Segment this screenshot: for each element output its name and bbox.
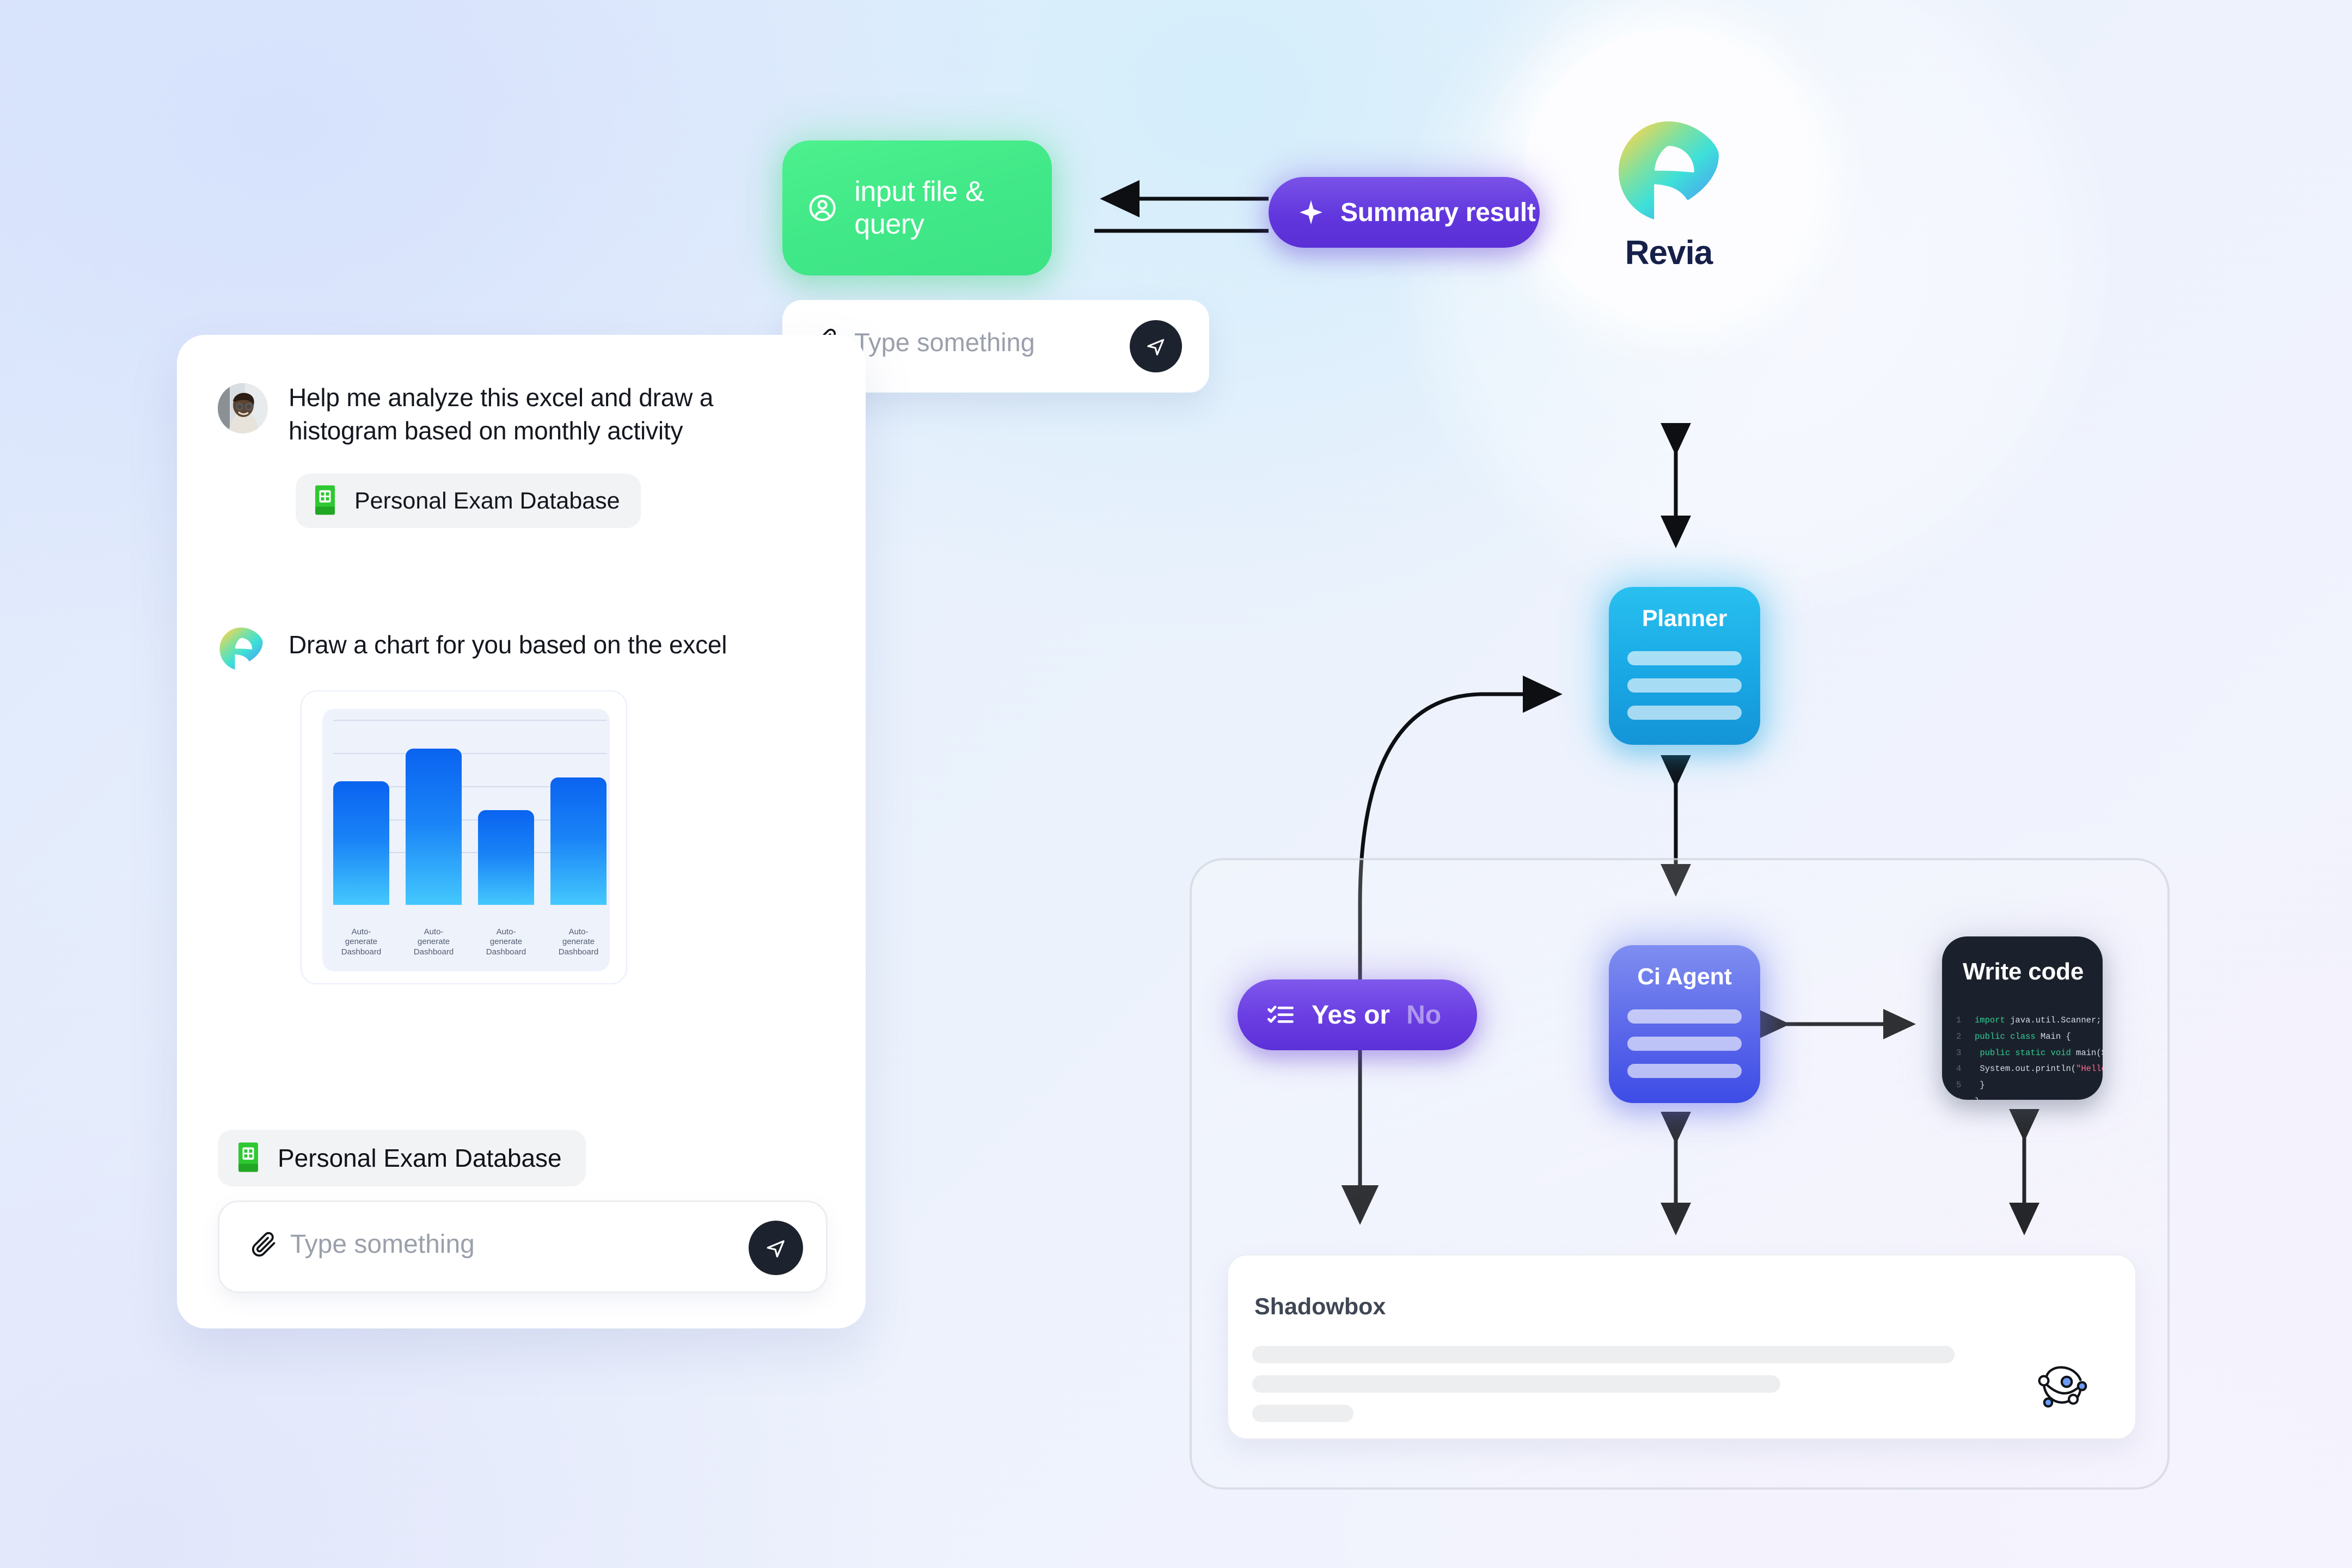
node-planner-lines xyxy=(1627,651,1742,720)
paperclip-icon[interactable] xyxy=(249,1229,279,1261)
send-icon xyxy=(767,1240,785,1258)
chart-bar xyxy=(406,748,462,905)
network-graph-icon xyxy=(2038,1366,2087,1408)
chart-gridline xyxy=(333,720,607,721)
chat-attachment-bottom-label: Personal Exam Database xyxy=(278,1144,562,1172)
chat-send-button[interactable] xyxy=(749,1221,803,1275)
code-line: 5 } xyxy=(1956,1080,1985,1090)
code-line: 6} xyxy=(1956,1094,2097,1100)
chart-x-label: Auto-generate Dashboard xyxy=(413,927,454,957)
avatar xyxy=(218,383,268,433)
shadowbox-skeleton-line xyxy=(1252,1405,1353,1422)
node-ci-agent-title: Ci Agent xyxy=(1637,964,1732,990)
chart-x-label: Auto-generate Dashboard xyxy=(486,927,526,957)
canvas-send-button[interactable] xyxy=(1130,320,1182,372)
checklist-icon xyxy=(1267,1006,1294,1023)
chat-message-assistant: Draw a chart for you based on the excel xyxy=(218,627,773,670)
chat-message-assistant-text: Draw a chart for you based on the excel xyxy=(289,630,727,659)
chart-x-labels: Auto-generate Dashboard Auto-generate Dashb… xyxy=(333,927,607,957)
chat-attachment-chip[interactable]: Personal Exam Database xyxy=(296,474,641,528)
code-line: 3 public static void main(Strin xyxy=(1956,1048,2103,1058)
chat-attachment-chip-bottom[interactable]: Personal Exam Database xyxy=(218,1130,586,1186)
shadowbox-skeleton-line xyxy=(1252,1346,1955,1363)
shadowbox-skeleton-line xyxy=(1252,1375,1780,1393)
chart-bar xyxy=(478,810,534,905)
no-label: No xyxy=(1406,1000,1442,1030)
chat-composer[interactable]: Type something xyxy=(218,1200,828,1293)
node-planner[interactable]: Planner xyxy=(1609,587,1760,745)
shadowbox-card[interactable]: Shadowbox xyxy=(1227,1254,2136,1440)
chart-bar xyxy=(550,777,607,905)
yes-or-no-pill[interactable]: Yes or No xyxy=(1238,979,1477,1050)
input-file-query-card[interactable]: input file & query xyxy=(782,140,1052,275)
node-ci-agent-lines xyxy=(1627,1009,1742,1078)
shadowbox-title: Shadowbox xyxy=(1254,1294,1386,1320)
code-snippet: 1 import java.util.Scanner; 2 public class … xyxy=(1956,1013,2103,1100)
user-circle-icon xyxy=(809,194,836,222)
chat-attachment-label: Personal Exam Database xyxy=(354,487,620,514)
sparkle-icon xyxy=(1300,200,1322,225)
code-line: 4 System.out.println("Hello xyxy=(1956,1064,2103,1074)
bar-chart: Auto-generate Dashboard Auto-generate Dashb… xyxy=(322,709,610,971)
code-line: 1 import java.util.Scanner; xyxy=(1956,1015,2102,1025)
chart-bars xyxy=(333,723,607,905)
code-line: 2 public class Main { xyxy=(1956,1031,2071,1042)
chart-x-label: Auto-generate Dashboard xyxy=(341,927,382,957)
summary-result-pill[interactable]: Summary result xyxy=(1269,177,1540,248)
chart-bar xyxy=(333,781,389,905)
chat-message-user-text: Help me analyze this excel and draw a hi… xyxy=(289,383,714,445)
revia-wordmark: Revia xyxy=(1625,234,1713,272)
node-write-code-title: Write code xyxy=(1963,958,2084,985)
chart-x-label: Auto-generate Dashboard xyxy=(558,927,599,957)
chat-composer-placeholder: Type something xyxy=(290,1230,475,1259)
canvas-composer-placeholder: Type something xyxy=(854,328,1035,357)
chart-card[interactable]: Auto-generate Dashboard Auto-generate Dashb… xyxy=(301,690,627,984)
send-icon xyxy=(1147,339,1165,356)
chat-message-user: Help me analyze this excel and draw a hi… xyxy=(218,381,762,447)
canvas-stage: Revia input file & query Summary result … xyxy=(0,0,2352,1568)
summary-result-label: Summary result xyxy=(1340,198,1536,227)
yes-label: Yes or xyxy=(1312,1000,1391,1030)
node-write-code[interactable]: Write code 1 import java.util.Scanner; 2 pu… xyxy=(1942,936,2103,1100)
revia-logo-block: Revia xyxy=(1587,117,1750,297)
revia-mark-icon xyxy=(1619,121,1719,219)
input-file-query-label: input file & query xyxy=(854,176,984,240)
excel-file-icon xyxy=(315,485,335,515)
excel-file-icon xyxy=(238,1142,258,1172)
revia-avatar-icon xyxy=(218,626,265,672)
node-planner-title: Planner xyxy=(1641,605,1728,632)
node-ci-agent[interactable]: Ci Agent xyxy=(1609,945,1760,1103)
